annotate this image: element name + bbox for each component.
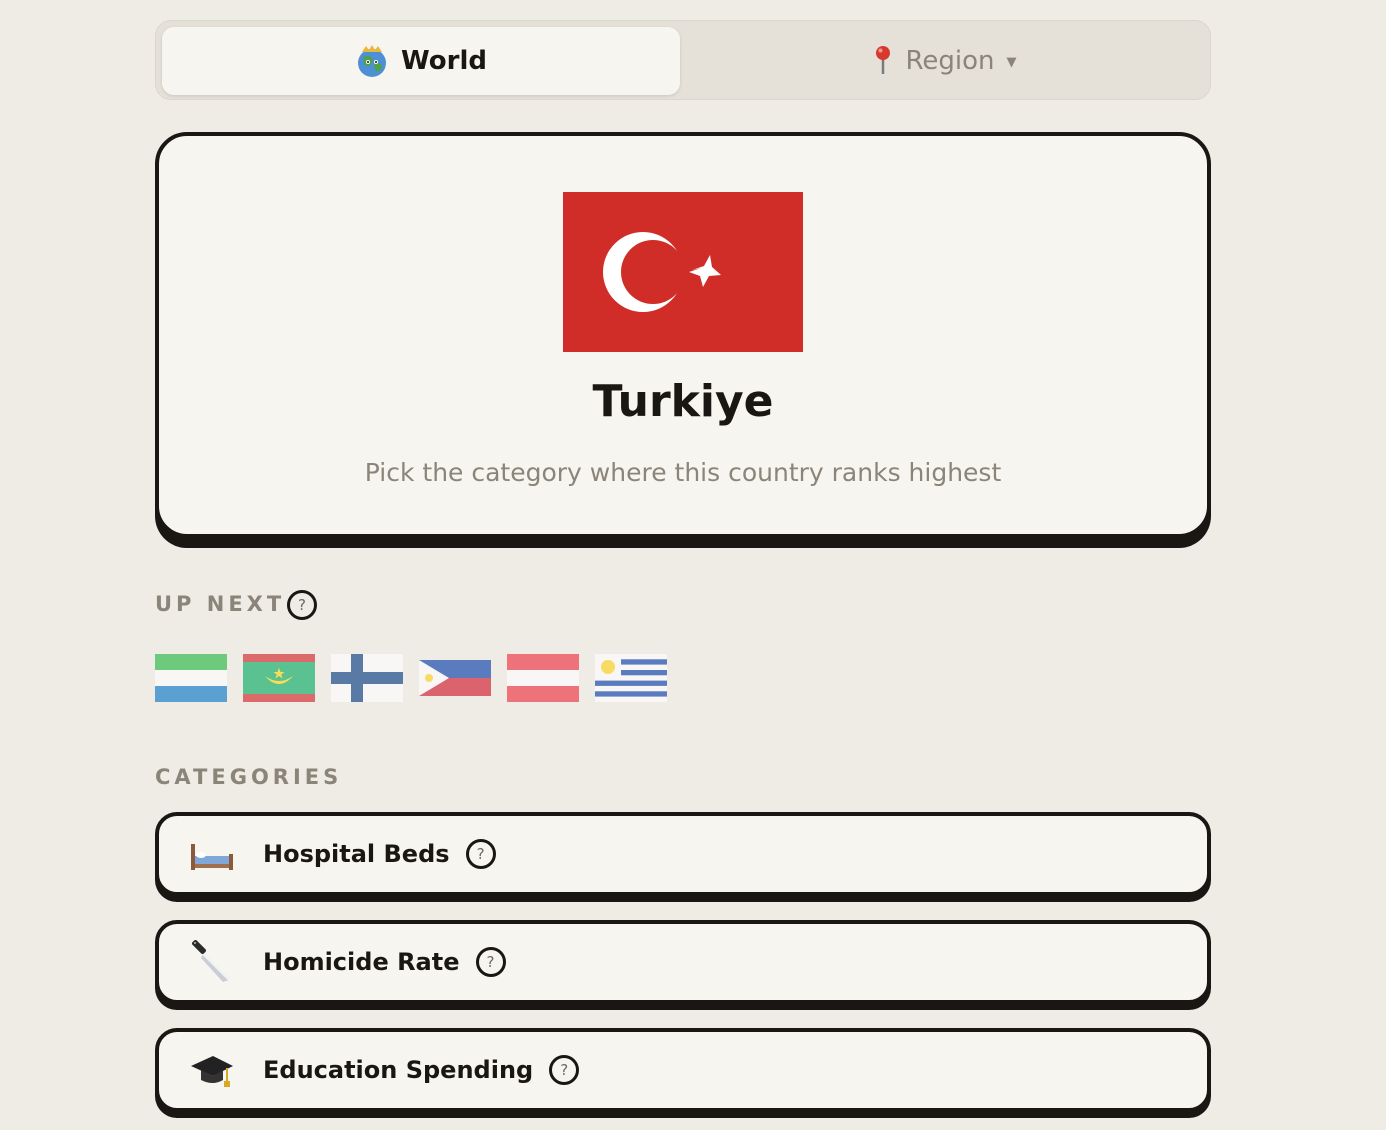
- globe-icon: [355, 44, 389, 78]
- category-label: Homicide Rate: [263, 948, 460, 976]
- game-container: World Region ▼ Turkiye Pick the category…: [155, 20, 1211, 1112]
- category-hospital-beds[interactable]: Hospital Beds ?: [155, 812, 1211, 896]
- knife-icon: [192, 940, 230, 982]
- chevron-down-icon: ▼: [1006, 54, 1017, 70]
- tab-region[interactable]: Region ▼: [684, 27, 1204, 95]
- category-homicide-rate[interactable]: Homicide Rate ?: [155, 920, 1211, 1004]
- instruction-text: Pick the category where this country ran…: [364, 458, 1002, 487]
- help-icon[interactable]: ?: [475, 947, 506, 977]
- tab-world[interactable]: World: [162, 27, 680, 95]
- flag-philippines: [419, 660, 491, 696]
- help-icon[interactable]: ?: [549, 1055, 580, 1085]
- country-card: Turkiye Pick the category where this cou…: [155, 132, 1211, 538]
- flag-sierra-leone: [155, 654, 227, 702]
- turkey-flag: [563, 192, 803, 352]
- tab-world-label: World: [401, 46, 487, 76]
- tab-region-label: Region: [905, 46, 995, 76]
- category-label: Education Spending: [263, 1056, 534, 1084]
- flag-mauritania: [243, 654, 315, 702]
- category-label: Hospital Beds: [263, 840, 450, 868]
- help-icon[interactable]: ?: [465, 839, 496, 869]
- categories-label: CATEGORIES: [155, 765, 343, 789]
- country-name: Turkiye: [592, 376, 774, 427]
- flag-austria: [507, 654, 579, 702]
- graduation-cap-icon: [191, 1056, 233, 1087]
- help-icon[interactable]: ?: [287, 590, 317, 620]
- flag-uruguay: [595, 654, 667, 702]
- category-education-spending[interactable]: Education Spending ?: [155, 1028, 1211, 1112]
- flag-finland: [331, 654, 403, 702]
- mode-toggle: World Region ▼: [155, 20, 1211, 100]
- pushpin-icon: [871, 44, 895, 78]
- up-next-label: UP NEXT: [155, 592, 286, 616]
- bed-icon: [191, 844, 233, 870]
